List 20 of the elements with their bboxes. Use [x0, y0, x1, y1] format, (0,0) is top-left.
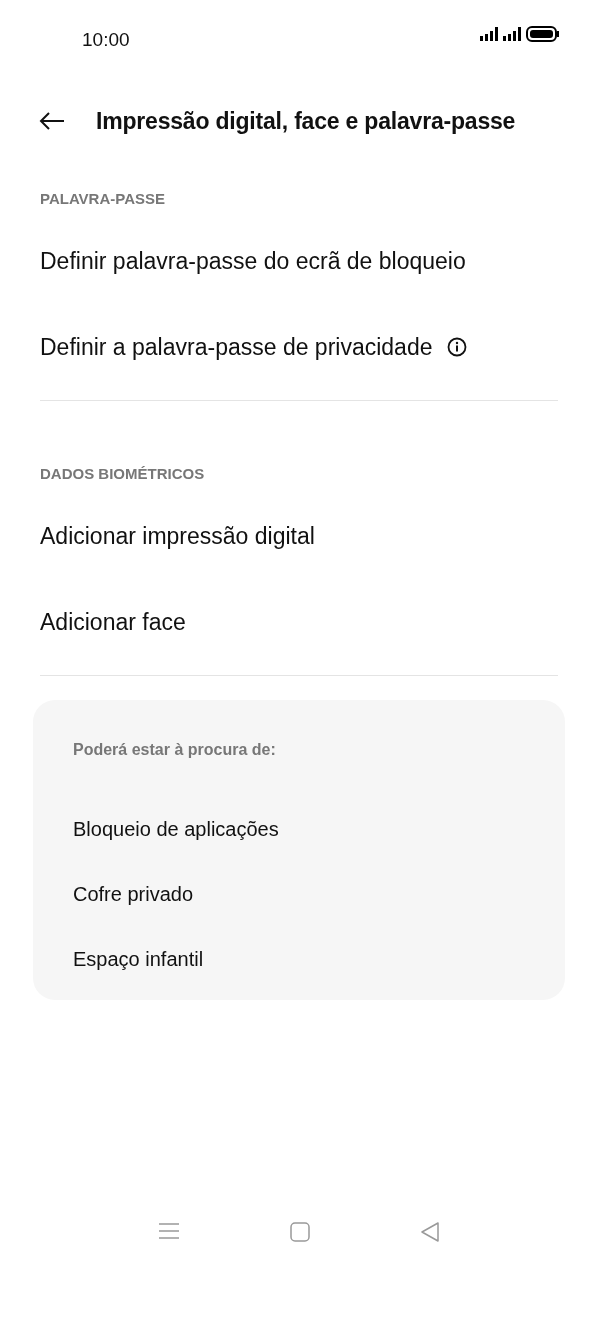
back-arrow-icon[interactable]	[38, 111, 66, 131]
settings-item[interactable]: Adicionar face	[0, 579, 598, 665]
suggestion-link[interactable]: Cofre privado	[73, 861, 194, 926]
section-heading: DADOS BIOMÉTRICOS	[39, 464, 206, 484]
section-heading: PALAVRA-PASSE	[39, 189, 166, 209]
page-title: Impressão digital, face e palavra-passe	[96, 106, 516, 136]
signal-icon	[503, 27, 521, 41]
battery-icon	[526, 26, 559, 42]
home-icon[interactable]	[290, 1222, 310, 1242]
settings-item[interactable]: Adicionar impressão digital	[0, 493, 598, 579]
settings-item[interactable]: Definir a palavra-passe de privacidade	[0, 304, 598, 390]
suggestions-title: Poderá estar à procura de:	[73, 740, 277, 760]
menu-icon[interactable]	[158, 1222, 180, 1240]
settings-item[interactable]: Definir palavra-passe do ecrã de bloqueio	[0, 218, 598, 304]
suggestion-link[interactable]: Espaço infantil	[73, 926, 204, 991]
info-icon[interactable]	[446, 337, 467, 357]
suggestion-link[interactable]: Bloqueio de aplicações	[73, 796, 279, 861]
back-icon[interactable]	[420, 1222, 440, 1242]
status-time: 10:00	[82, 28, 130, 52]
signal-icon	[480, 27, 498, 41]
